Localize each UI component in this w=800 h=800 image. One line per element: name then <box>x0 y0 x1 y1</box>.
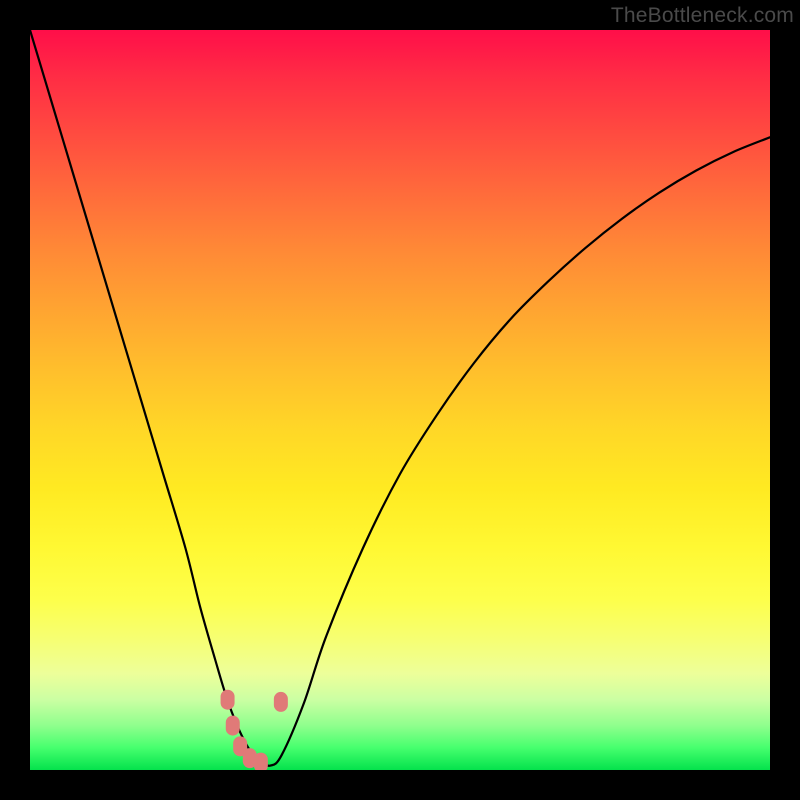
chart-frame: TheBottleneck.com <box>0 0 800 800</box>
curve-marker <box>254 753 268 770</box>
curve-marker <box>226 716 240 736</box>
curve-markers <box>221 690 288 770</box>
curve-marker <box>221 690 235 710</box>
bottleneck-curve <box>30 30 770 766</box>
watermark-text: TheBottleneck.com <box>611 4 794 28</box>
plot-area <box>30 30 770 770</box>
curve-marker <box>274 692 288 712</box>
chart-svg <box>30 30 770 770</box>
